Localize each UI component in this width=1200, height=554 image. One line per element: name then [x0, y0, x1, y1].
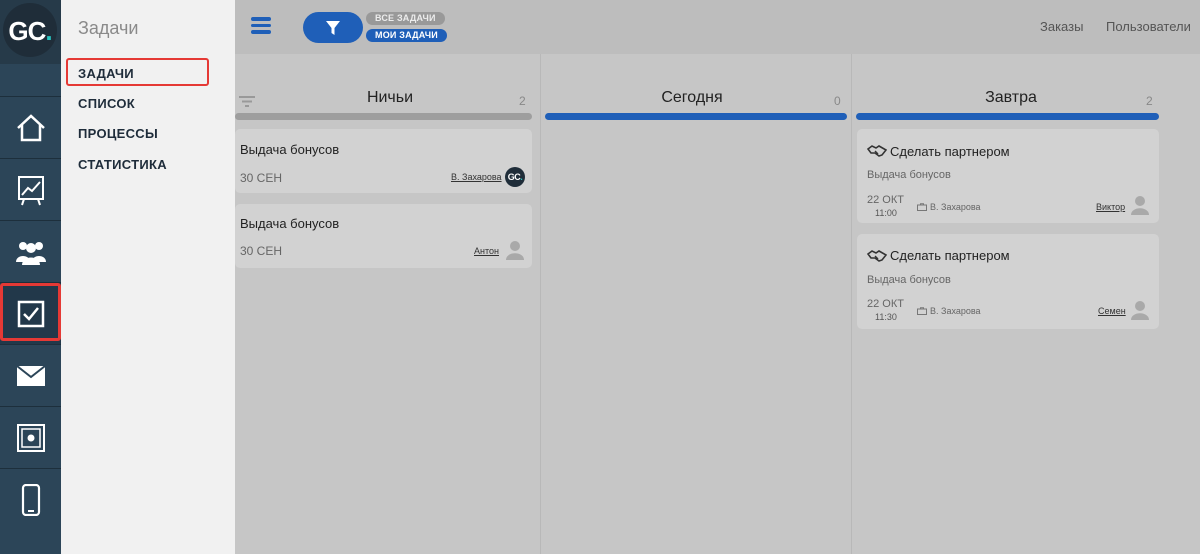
task-card[interactable]: Выдача бонусов 30 СЕН В. Захарова GC.: [235, 129, 532, 193]
client-name: В. Захарова: [930, 202, 981, 212]
logo-text: GC: [8, 16, 46, 46]
sort-icon[interactable]: [239, 96, 255, 107]
safe-icon: [16, 423, 45, 452]
avatar-logo-text: GC: [507, 172, 521, 182]
avatar: GC.: [505, 167, 525, 187]
submenu-title: Задачи: [78, 18, 139, 38]
logo-dot: .: [45, 16, 52, 46]
filter-all-tasks[interactable]: ВСЕ ЗАДАЧИ: [366, 12, 445, 25]
nav-safe[interactable]: [0, 406, 61, 468]
task-time: 11:30: [875, 312, 897, 322]
task-date: 22 ОКТ: [867, 194, 904, 206]
column-bar: [545, 113, 847, 120]
client-name: В. Захарова: [930, 306, 981, 316]
owner-link[interactable]: Антон: [474, 246, 499, 256]
task-time: 11:00: [875, 208, 897, 218]
submenu-item-processes[interactable]: ПРОЦЕССЫ: [78, 126, 158, 141]
handshake-icon: [867, 145, 887, 157]
owner-link[interactable]: Семен: [1098, 306, 1126, 316]
task-amount: 30 СЕН: [240, 244, 283, 258]
active-submenu-highlight: [66, 58, 209, 86]
task-title: Выдача бонусов: [240, 216, 340, 231]
task-title: Выдача бонусов: [240, 142, 340, 157]
task-title: Сделать партнером: [890, 144, 1010, 159]
active-nav-highlight: [0, 283, 61, 341]
chart-board-icon: [17, 175, 44, 205]
nav-home[interactable]: [0, 96, 61, 158]
users-link[interactable]: Пользователи: [1106, 19, 1191, 34]
task-card[interactable]: Сделать партнером Выдача бонусов 22 ОКТ …: [857, 234, 1159, 329]
column-divider: [540, 54, 541, 554]
home-icon: [16, 113, 45, 141]
column-title: Сегодня: [661, 89, 723, 106]
nav-users[interactable]: [0, 220, 61, 282]
handshake-icon: [867, 250, 887, 262]
avatar-logo-dot: .: [520, 172, 523, 182]
logo[interactable]: GC.: [0, 0, 61, 64]
owner-link[interactable]: Виктор: [1096, 202, 1125, 212]
filter-my-tasks[interactable]: МОИ ЗАДАЧИ: [366, 29, 447, 42]
column-title: Завтра: [985, 89, 1037, 106]
task-date: 22 ОКТ: [867, 298, 904, 310]
task-card[interactable]: Выдача бонусов 30 СЕН Антон: [235, 204, 532, 268]
column-title: Ничьи: [366, 89, 414, 106]
column-bar: [856, 113, 1159, 120]
submenu-item-statistics[interactable]: СТАТИСТИКА: [78, 157, 167, 172]
task-subtitle: Выдача бонусов: [867, 274, 951, 286]
users-icon: [15, 241, 46, 265]
column-divider: [851, 54, 852, 554]
task-title: Сделать партнером: [890, 248, 1010, 263]
briefcase-icon: [917, 307, 927, 315]
column-bar: [235, 113, 532, 120]
briefcase-icon: [917, 203, 927, 211]
column-count: 0: [834, 94, 841, 108]
submenu-item-list[interactable]: СПИСОК: [78, 96, 135, 111]
nav-mail[interactable]: [0, 344, 61, 406]
nav-analytics[interactable]: [0, 158, 61, 220]
client-info: В. Захарова: [917, 202, 981, 212]
column-count: 2: [1146, 94, 1153, 108]
filter-icon: [326, 20, 340, 35]
task-subtitle: Выдача бонусов: [867, 169, 951, 181]
mail-icon: [15, 364, 46, 386]
nav-mobile[interactable]: [0, 468, 61, 530]
orders-link[interactable]: Заказы: [1040, 19, 1083, 34]
topbar: ВСЕ ЗАДАЧИ МОИ ЗАДАЧИ Заказы Пользовател…: [235, 0, 1200, 54]
hamburger-menu-icon[interactable]: [251, 17, 271, 34]
column-count: 2: [519, 94, 526, 108]
client-info: В. Захарова: [917, 306, 981, 316]
task-amount: 30 СЕН: [240, 171, 283, 185]
filter-button[interactable]: [303, 12, 363, 43]
logo-badge: GC.: [3, 3, 57, 57]
phone-icon: [21, 483, 40, 516]
user-avatar-icon: [506, 241, 524, 260]
left-nav-rail: GC.: [0, 0, 61, 554]
user-avatar-icon: [1131, 301, 1149, 320]
user-avatar-icon: [1131, 196, 1149, 215]
task-card[interactable]: Сделать партнером Выдача бонусов 22 ОКТ …: [857, 129, 1159, 223]
owner-link[interactable]: В. Захарова: [451, 172, 502, 182]
